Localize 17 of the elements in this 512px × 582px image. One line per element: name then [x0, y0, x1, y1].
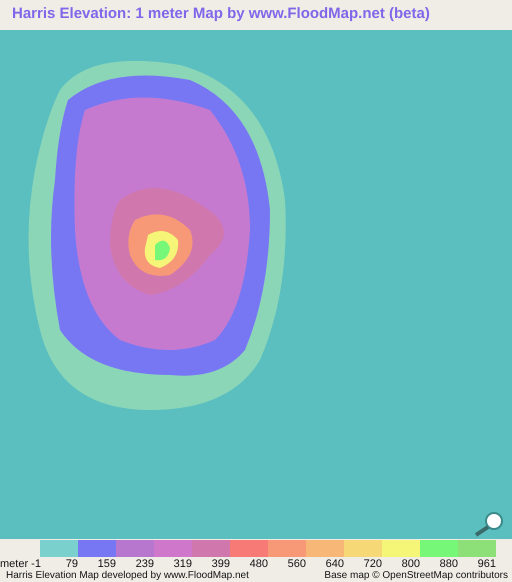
legend-label: 961	[476, 559, 496, 570]
legend-label: 720	[362, 559, 382, 570]
legend-unit-label: meter -1	[0, 559, 40, 570]
magnifier-icon	[472, 511, 506, 537]
legend-label: 880	[438, 559, 458, 570]
legend-label: 800	[400, 559, 420, 570]
legend-label: 159	[96, 559, 116, 570]
credit-text: Harris Elevation Map developed by www.FloodMap.net	[6, 570, 249, 581]
legend-label: 79	[64, 559, 78, 570]
legend-label: 560	[286, 559, 306, 570]
legend-label: 480	[249, 559, 268, 570]
legend-label: 399	[210, 559, 230, 570]
map-title: Harris Elevation: 1 meter Map by www.FloodMap.net (beta)	[11, 4, 431, 24]
legend-label: 239	[134, 559, 154, 570]
attribution-text: Base map © OpenStreetMap contributors	[324, 570, 508, 581]
legend-label: 640	[324, 559, 344, 570]
legend-label: 319	[172, 559, 192, 570]
